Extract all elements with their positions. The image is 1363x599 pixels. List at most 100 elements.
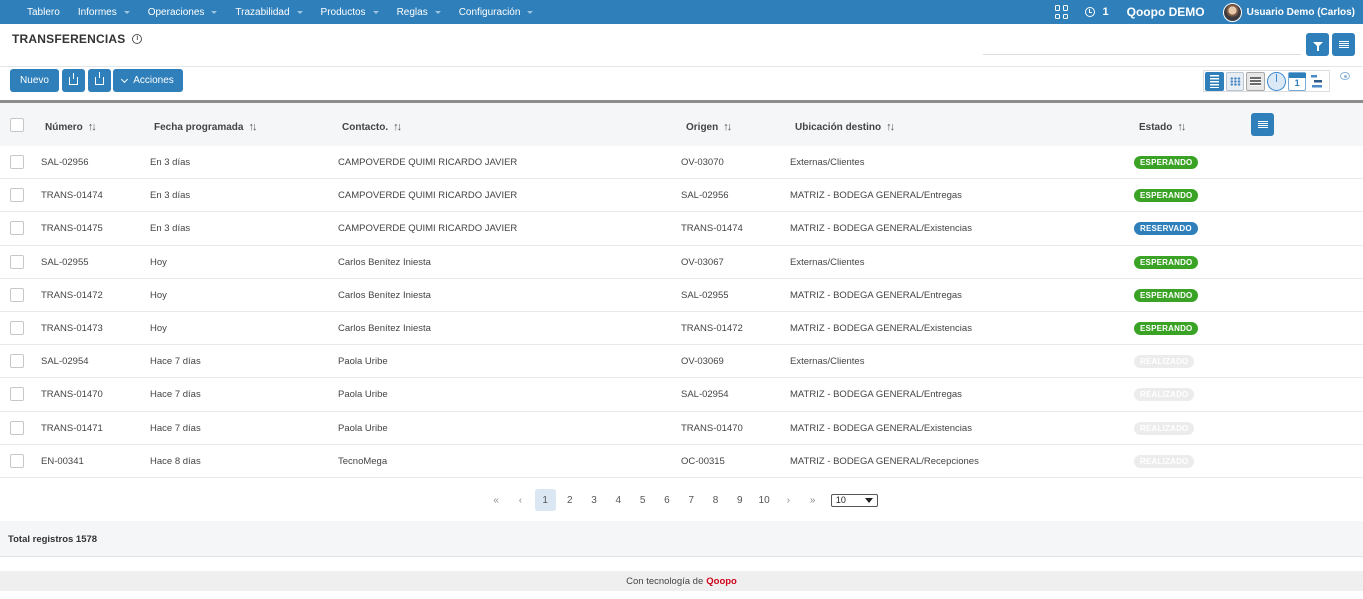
col-fecha[interactable]: Fecha programada ↑↓ [154, 121, 257, 133]
caret-down-icon [296, 10, 303, 14]
col-numero[interactable]: Número ↑↓ [45, 121, 97, 133]
column-options-button[interactable] [1332, 33, 1355, 56]
sort-icon[interactable]: ↑↓ [886, 121, 895, 133]
table-row[interactable]: TRANS-01470 Hace 7 días Paola Uribe SAL-029… [0, 378, 1363, 412]
eye-icon[interactable] [1340, 72, 1350, 80]
nav-item-productos[interactable]: Productos [321, 7, 379, 18]
table-row[interactable]: SAL-02955 Hoy Carlos Benítez Iniesta OV-030… [0, 246, 1363, 279]
nav-item-trazabilidad[interactable]: Trazabilidad [235, 7, 303, 18]
row-checkbox[interactable] [10, 155, 24, 169]
last-page-button[interactable]: » [801, 489, 825, 511]
card-view-icon[interactable] [1246, 71, 1265, 91]
sort-icon[interactable]: ↑↓ [723, 121, 732, 133]
nav-item-informes[interactable]: Informes [78, 7, 130, 18]
sort-icon[interactable]: ↑↓ [393, 121, 402, 133]
table-row[interactable]: TRANS-01474 En 3 días CAMPOVERDE QUIMI RIC… [0, 179, 1363, 213]
cell-contacto: Carlos Benítez Iniesta [338, 322, 431, 334]
cell-fecha: Hace 7 días [150, 389, 201, 401]
page-button[interactable]: 3 [582, 489, 606, 511]
info-icon[interactable]: i [132, 34, 143, 44]
page-button[interactable]: 2 [558, 489, 582, 511]
page-button[interactable]: 10 [752, 489, 776, 511]
gantt-view-icon[interactable] [1308, 72, 1327, 91]
page-title: TRANSFERENCIAS i [12, 32, 143, 46]
page-button[interactable]: 1 [534, 489, 556, 511]
cell-origen: SAL-02955 [681, 289, 729, 301]
row-checkbox[interactable] [10, 287, 24, 302]
nav-item-reglas[interactable]: Reglas [397, 7, 441, 18]
first-page-button[interactable]: « [484, 489, 508, 511]
status-badge: ESPERANDO [1134, 255, 1199, 269]
status-badge: REALIZADO [1134, 454, 1195, 468]
page-button[interactable]: 5 [630, 489, 654, 511]
table-row[interactable]: SAL-02956 En 3 días CAMPOVERDE QUIMI RICAR… [0, 146, 1363, 180]
new-button[interactable]: Nuevo [10, 69, 59, 92]
summary-bar: Total registros 1578 [0, 521, 1363, 557]
chevron-down-icon [121, 75, 129, 83]
row-checkbox[interactable] [10, 354, 24, 369]
cell-origen: TRANS-01472 [681, 322, 743, 334]
col-contacto[interactable]: Contacto. ↑↓ [342, 121, 402, 133]
calendar-view-icon[interactable] [1287, 71, 1307, 91]
page-button[interactable]: 9 [728, 489, 752, 511]
row-checkbox[interactable] [10, 320, 24, 335]
table-row[interactable]: TRANS-01471 Hace 7 días Paola Uribe TRANS-0… [0, 412, 1363, 445]
sort-icon[interactable]: ↑↓ [1177, 121, 1186, 133]
grid-view-icon[interactable] [1225, 71, 1245, 91]
status-badge: ESPERANDO [1134, 189, 1199, 203]
table-row[interactable]: SAL-02954 Hace 7 días Paola Uribe OV-03069 E… [0, 345, 1363, 379]
cell-contacto: CAMPOVERDE QUIMI RICARDO JAVIER [338, 157, 518, 168]
table-row[interactable]: TRANS-01475 En 3 días CAMPOVERDE QUIMI RIC… [0, 212, 1363, 246]
row-checkbox[interactable] [10, 254, 24, 269]
list-view-icon[interactable] [1205, 71, 1224, 91]
col-estado[interactable]: Estado ↑↓ [1139, 121, 1186, 133]
cell-numero: EN-00341 [41, 455, 84, 467]
footer-brand[interactable]: Qoopo [706, 576, 737, 587]
table-row[interactable]: TRANS-01473 Hoy Carlos Benítez Iniesta TRAN… [0, 312, 1363, 346]
page-size-select[interactable]: 10 [830, 493, 878, 507]
cell-destino: MATRIZ - BODEGA GENERAL/Entregas [790, 389, 962, 401]
company-name[interactable]: Qoopo DEMO [1127, 5, 1205, 19]
row-checkbox[interactable] [10, 387, 24, 402]
sort-icon[interactable]: ↑↓ [88, 121, 97, 133]
cell-origen: OV-03067 [681, 256, 724, 268]
page-button[interactable]: 7 [679, 489, 703, 511]
nav-item-operaciones[interactable]: Operaciones [148, 7, 218, 18]
caret-down-icon [372, 10, 379, 14]
select-all-checkbox[interactable] [10, 118, 24, 132]
nav-item-configuraci-n[interactable]: Configuración [459, 7, 534, 18]
page-button[interactable]: 8 [703, 489, 727, 511]
col-destino[interactable]: Ubicación destino ↑↓ [795, 121, 895, 133]
next-page-button[interactable]: › [776, 489, 800, 511]
row-checkbox[interactable] [10, 453, 24, 468]
table-row[interactable]: EN-00341 Hace 8 días TecnoMega OC-00315 MATR… [0, 445, 1363, 478]
page-button[interactable]: 4 [606, 489, 630, 511]
upload-button[interactable] [88, 69, 111, 92]
apps-grid-icon[interactable] [1054, 5, 1069, 19]
cell-fecha: Hoy [150, 322, 167, 334]
clock-icon[interactable] [1084, 7, 1095, 17]
cell-destino: MATRIZ - BODEGA GENERAL/Existencias [790, 322, 972, 334]
search-input[interactable] [983, 54, 1301, 55]
cell-numero: TRANS-01474 [41, 190, 103, 202]
cell-origen: SAL-02956 [681, 190, 729, 202]
row-checkbox[interactable] [10, 221, 24, 236]
table-menu-button[interactable] [1251, 113, 1274, 136]
pie-view-icon[interactable] [1266, 71, 1286, 91]
download-icon [69, 72, 78, 85]
filter-button[interactable] [1306, 33, 1329, 56]
avatar[interactable] [1222, 2, 1242, 22]
cell-numero: TRANS-01475 [41, 223, 103, 235]
download-button[interactable] [62, 69, 85, 92]
page-button[interactable]: 6 [655, 489, 679, 511]
prev-page-button[interactable]: ‹ [508, 489, 532, 511]
sort-icon[interactable]: ↑↓ [248, 121, 257, 133]
activity-counter[interactable]: 1 [1103, 6, 1109, 18]
col-origen[interactable]: Origen ↑↓ [686, 121, 732, 133]
row-checkbox[interactable] [10, 188, 24, 203]
row-checkbox[interactable] [10, 420, 24, 435]
table-row[interactable]: TRANS-01472 Hoy Carlos Benítez Iniesta SAL-… [0, 279, 1363, 312]
user-name[interactable]: Usuario Demo (Carlos) [1247, 7, 1355, 18]
actions-button[interactable]: Acciones [113, 69, 183, 92]
nav-item-tablero[interactable]: Tablero [27, 7, 60, 18]
